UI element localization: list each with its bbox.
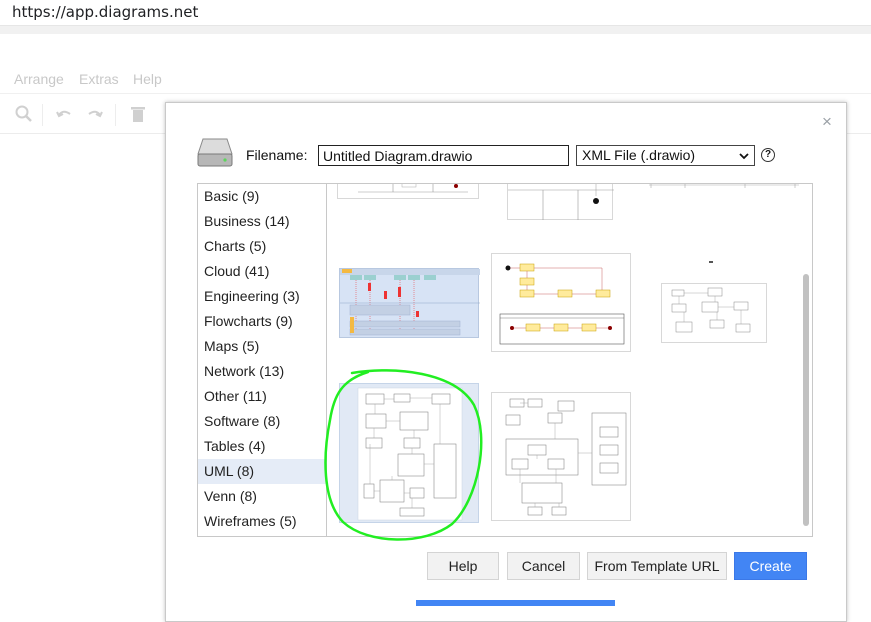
- menu-arrange[interactable]: Arrange: [14, 71, 64, 87]
- toolbar-divider: [115, 104, 116, 126]
- create-button[interactable]: Create: [734, 552, 807, 580]
- close-icon[interactable]: ×: [822, 112, 832, 132]
- save-dialog: × Filename: XML File (.drawio) ? Basic (…: [165, 102, 847, 622]
- delete-icon[interactable]: [128, 104, 148, 129]
- scrollbar-thumb[interactable]: [803, 274, 809, 526]
- category-item-tables[interactable]: Tables (4): [198, 434, 327, 459]
- menu-bar: Arrange Extras Help: [0, 66, 871, 94]
- category-item-charts[interactable]: Charts (5): [198, 234, 327, 259]
- category-item-flowcharts[interactable]: Flowcharts (9): [198, 309, 327, 334]
- format-select[interactable]: XML File (.drawio): [576, 145, 755, 166]
- category-item-business[interactable]: Business (14): [198, 209, 327, 234]
- category-list: Basic (9) Business (14) Charts (5) Cloud…: [197, 183, 327, 537]
- template-thumbnail[interactable]: [491, 392, 631, 521]
- cancel-button[interactable]: Cancel: [507, 552, 580, 580]
- template-thumbnail[interactable]: [507, 184, 614, 220]
- category-item-engineering[interactable]: Engineering (3): [198, 284, 327, 309]
- from-template-url-button[interactable]: From Template URL: [587, 552, 727, 580]
- partial-blue-button[interactable]: [416, 600, 615, 606]
- menu-help[interactable]: Help: [133, 71, 162, 87]
- category-item-other[interactable]: Other (11): [198, 384, 327, 409]
- category-item-cloud[interactable]: Cloud (41): [198, 259, 327, 284]
- search-icon[interactable]: [14, 104, 34, 129]
- category-item-wireframes[interactable]: Wireframes (5): [198, 509, 327, 534]
- redo-icon[interactable]: [85, 104, 105, 129]
- address-bar[interactable]: https://app.diagrams.net: [0, 0, 871, 26]
- tiny-label-mark: [709, 261, 713, 263]
- category-item-basic[interactable]: Basic (9): [198, 184, 327, 209]
- device-drive-icon: [196, 136, 234, 173]
- url-text: https://app.diagrams.net: [12, 3, 199, 21]
- undo-icon[interactable]: [54, 104, 74, 129]
- toolbar-divider: [42, 104, 43, 126]
- menu-extras[interactable]: Extras: [79, 71, 119, 87]
- category-item-venn[interactable]: Venn (8): [198, 484, 327, 509]
- category-item-maps[interactable]: Maps (5): [198, 334, 327, 359]
- category-item-software[interactable]: Software (8): [198, 409, 327, 434]
- browser-stripe: [0, 26, 871, 34]
- template-gallery: [326, 183, 813, 537]
- template-thumbnail-selected[interactable]: [339, 383, 479, 523]
- filename-input[interactable]: [318, 145, 569, 166]
- format-value: XML File (.drawio): [582, 147, 696, 163]
- template-thumbnail[interactable]: [661, 283, 767, 343]
- category-item-uml[interactable]: UML (8): [198, 459, 327, 484]
- template-thumbnail[interactable]: [339, 268, 480, 338]
- category-item-network[interactable]: Network (13): [198, 359, 327, 384]
- chevron-down-icon: [738, 149, 750, 165]
- template-thumbnail[interactable]: [645, 184, 803, 190]
- filename-label: Filename:: [246, 147, 308, 163]
- help-button[interactable]: Help: [427, 552, 499, 580]
- template-thumbnail[interactable]: [491, 253, 631, 352]
- template-thumbnail[interactable]: [337, 184, 479, 199]
- help-icon[interactable]: ?: [761, 148, 775, 162]
